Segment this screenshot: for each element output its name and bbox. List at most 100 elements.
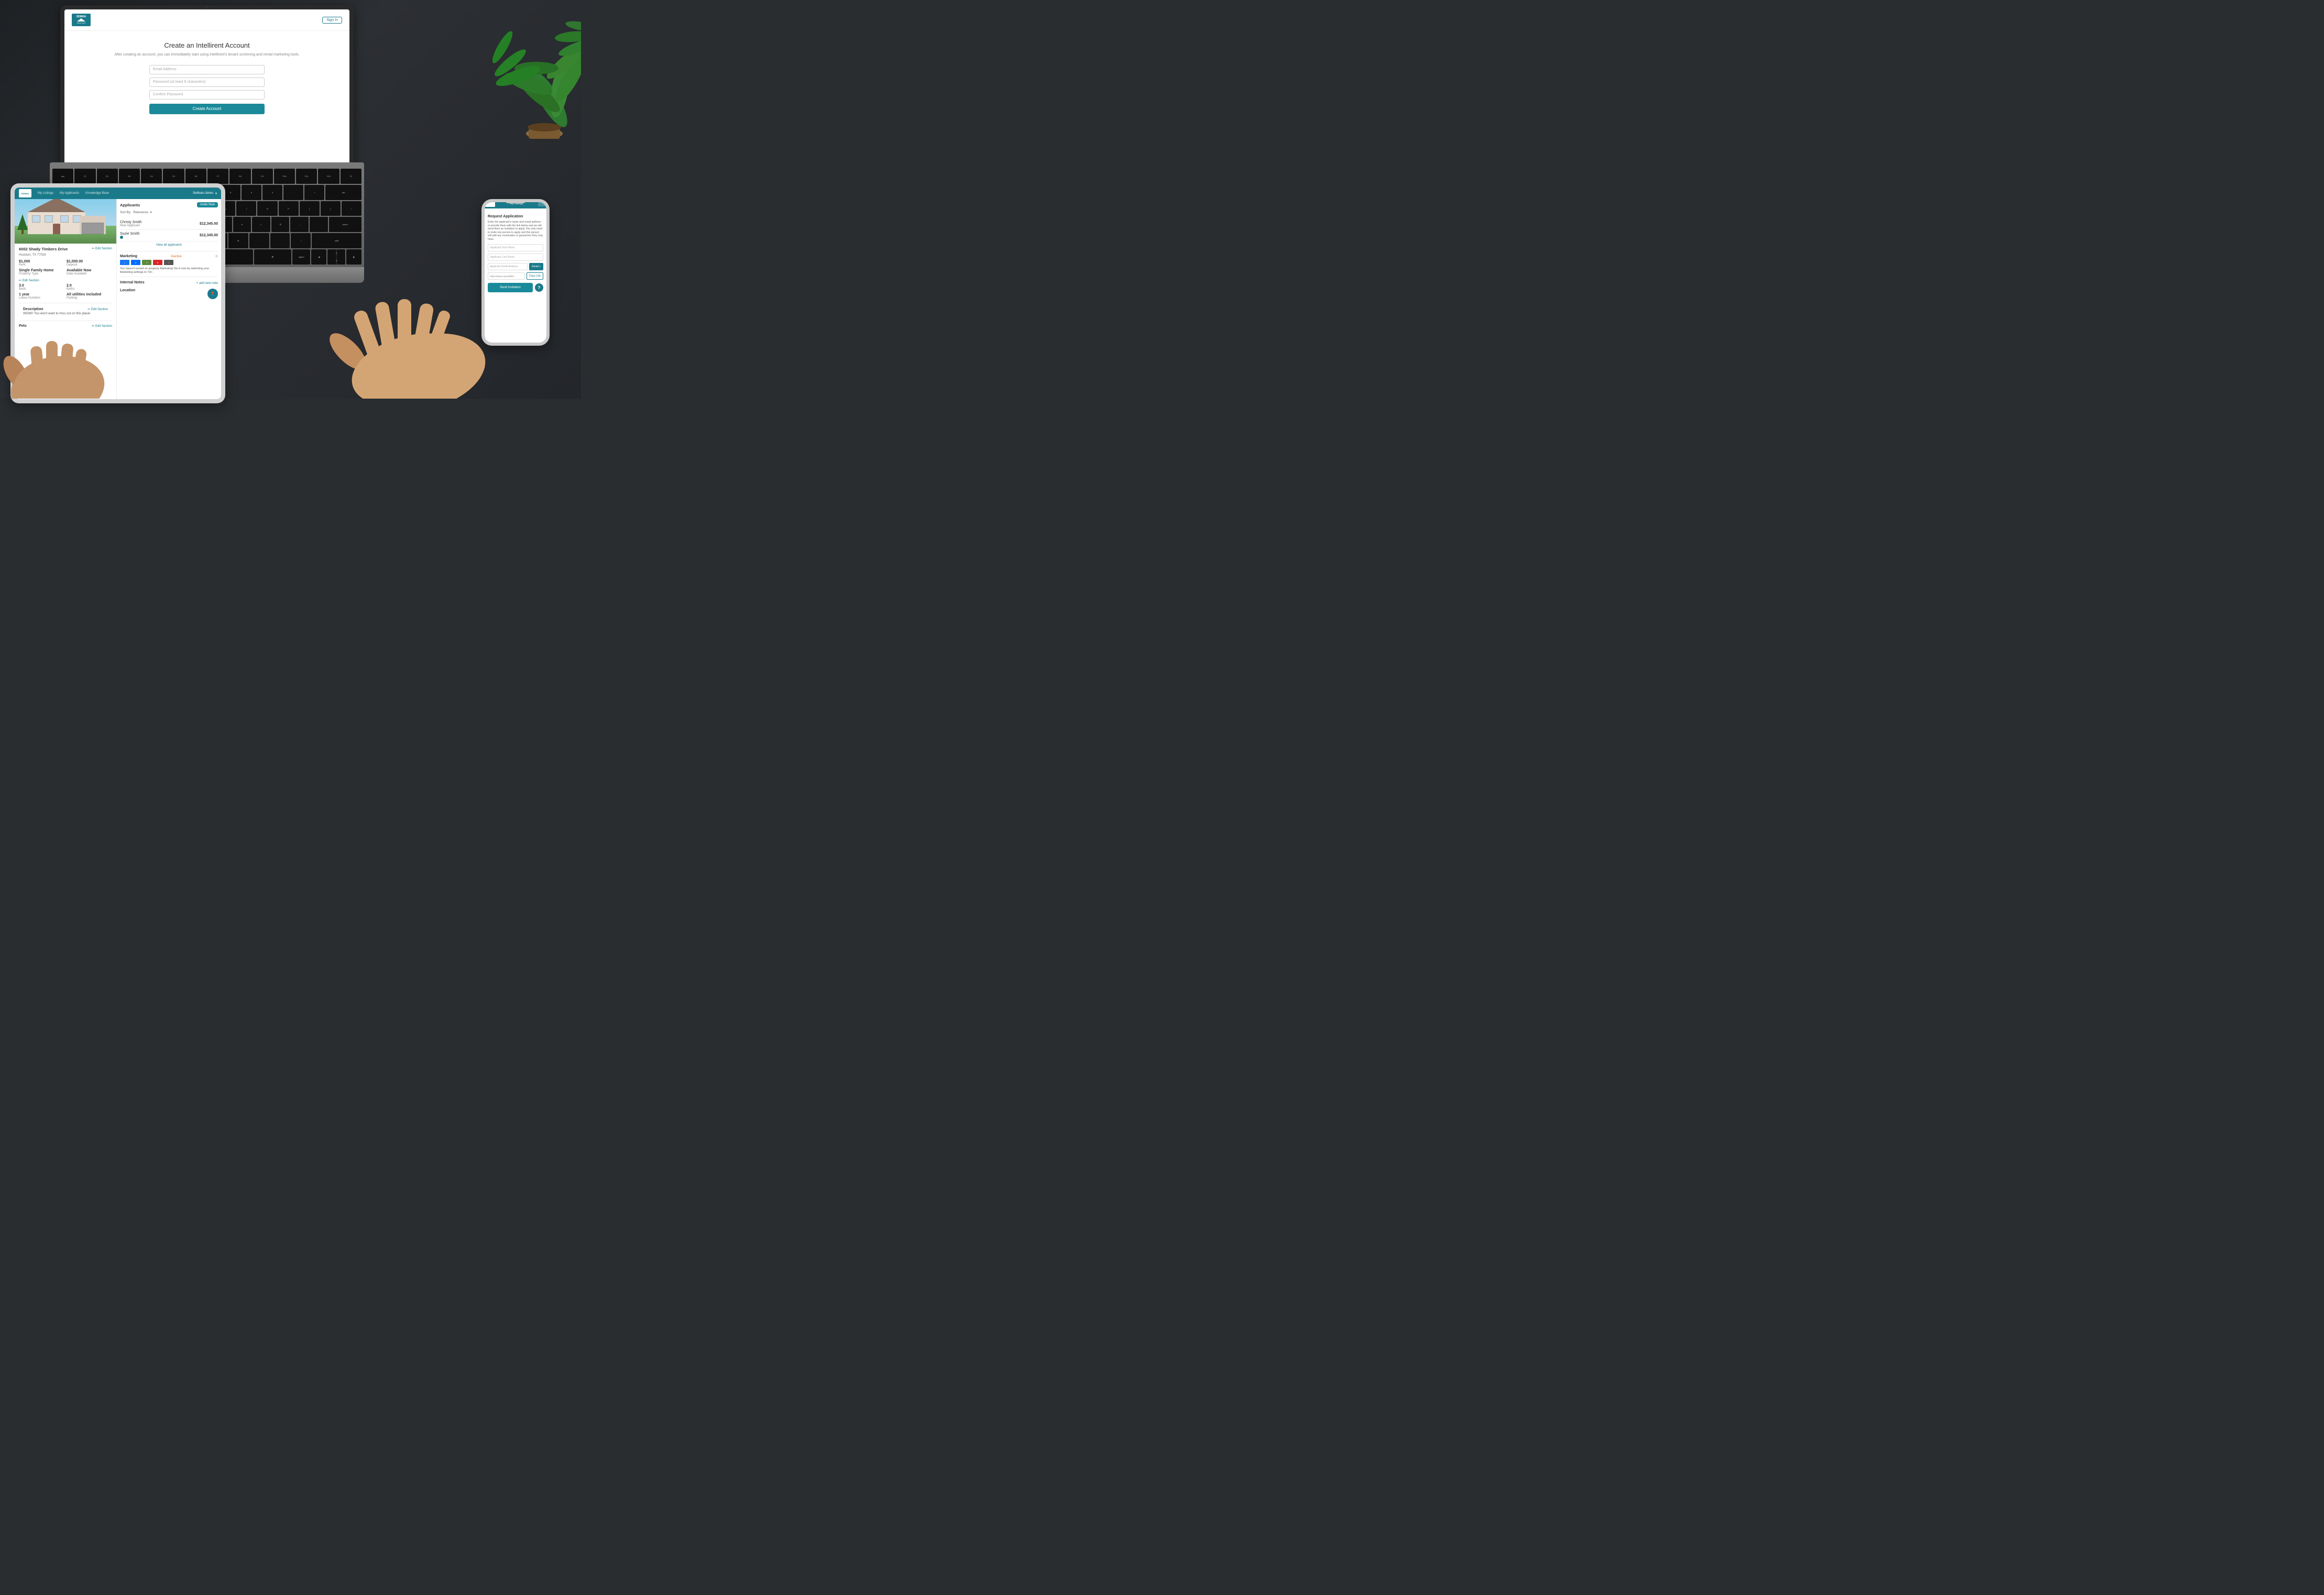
key-f7: F7 <box>207 169 228 184</box>
screen-content: SDMHA SINCE 1912 Sign In Create an Intel… <box>64 9 349 177</box>
key-comma: , <box>249 233 269 248</box>
copy-link-button[interactable]: Copy Link <box>527 272 543 280</box>
add-note-button[interactable]: + add new note <box>196 282 218 285</box>
location-map-icon: 📍 <box>207 289 218 299</box>
key-esc: esc <box>52 169 73 184</box>
phone-logo <box>485 202 495 207</box>
available-value: Available Now <box>67 269 112 272</box>
key-o: O <box>257 201 277 216</box>
garage-door <box>82 223 104 234</box>
invite-now-button[interactable]: Invite Now <box>197 202 218 207</box>
applicant-status-icon <box>120 236 123 239</box>
nav-my-applicants[interactable]: My Applicants <box>60 192 79 195</box>
nav-user: Sullivan-Jones ▾ <box>193 192 217 195</box>
applicants-title: Applicants <box>120 203 140 207</box>
house-body <box>28 212 85 234</box>
property-stats: $1,000 Rent $1,000.00 Deposit Single Fam… <box>19 260 112 276</box>
help-button[interactable]: ? <box>535 283 543 292</box>
internal-notes-title: Internal Notes <box>120 281 145 284</box>
edit-tenants-button[interactable]: ✏ Edit Section <box>19 279 39 282</box>
key-f12: F12 <box>318 169 339 184</box>
email-field[interactable]: Email Address <box>149 65 265 74</box>
marketing-title: Marketing <box>120 255 137 258</box>
stat-deposit: $1,000.00 Deposit <box>67 260 112 267</box>
applicant-status-1: New Applicant <box>120 224 142 227</box>
marketing-section: Marketing Inactive ⊙ f Z T R + <box>120 255 218 274</box>
garage-container <box>80 216 106 234</box>
applicant-row-1[interactable]: Christy Smith New Applicant $12,345.00 <box>120 218 218 230</box>
create-account-form: Create an Intellirent Account After crea… <box>64 31 349 177</box>
key-period: . <box>270 233 290 248</box>
key-slash: / <box>291 233 311 248</box>
key-f9: F9 <box>252 169 273 184</box>
window-3 <box>60 215 69 223</box>
phone-notch <box>505 199 526 203</box>
tree-trunk <box>21 230 24 234</box>
view-all-applicants-link[interactable]: View all applicants <box>120 241 218 249</box>
key-f8: F8 <box>229 169 250 184</box>
key-9: 9 <box>242 185 261 200</box>
laptop-screen-outer: SDMHA SINCE 1912 Sign In Create an Intel… <box>60 5 354 183</box>
key-f10: F10 <box>274 169 295 184</box>
key-0: 0 <box>262 185 282 200</box>
help-icon: ? <box>538 285 541 290</box>
sign-in-button[interactable]: Sign In <box>322 17 342 24</box>
marketing-toggle-icon[interactable]: ⊙ <box>215 255 218 258</box>
confirm-password-field[interactable]: Confirm Password <box>149 90 265 100</box>
marketing-description: You haven't turned on property Marketing… <box>120 267 218 274</box>
laptop-screen-inner: SDMHA SINCE 1912 Sign In Create an Intel… <box>64 9 349 177</box>
stat-rent: $1,000 Rent <box>19 260 64 267</box>
location-section: Location 📍 <box>120 287 218 301</box>
notes-header: Internal Notes + add new note <box>120 281 218 285</box>
applicant-name-1: Christy Smith <box>120 221 142 224</box>
key-f3: F3 <box>119 169 140 184</box>
left-hand-svg <box>0 283 115 399</box>
applicant-info-1: Christy Smith New Applicant <box>120 221 142 227</box>
available-label: Date Available <box>67 272 112 276</box>
rent-label: Rent <box>19 263 64 267</box>
type-value: Single Family Home <box>19 269 64 272</box>
key-f2: F2 <box>97 169 118 184</box>
password-field[interactable]: Password (at least 8 characters) <box>149 78 265 87</box>
logo-mountain-icon <box>77 18 85 21</box>
applicant-row-2[interactable]: Suzie Smith $12,345.00 <box>120 230 218 241</box>
phone-header-icon <box>538 202 546 206</box>
zillow-icon: Z <box>131 260 140 265</box>
edit-listing-button[interactable]: ✏ Edit Section <box>92 247 112 250</box>
type-label: Property Type <box>19 272 64 276</box>
key-k: K <box>233 217 251 232</box>
sort-relevance[interactable]: Relevance <box>133 211 148 214</box>
form-subtitle: After creating an account, you can immed… <box>114 52 299 58</box>
nav-my-listings[interactable]: My Listings <box>38 192 53 195</box>
logo-subtitle: SINCE 1912 <box>77 22 86 24</box>
stat-type: Single Family Home Property Type <box>19 269 64 276</box>
key-equals: = <box>304 185 324 200</box>
key-p: P <box>279 201 299 216</box>
other-platform-icon: + <box>164 260 173 265</box>
map-pin-icon: 📍 <box>210 292 215 296</box>
property-image <box>15 199 116 244</box>
facebook-icon: f <box>120 260 129 265</box>
sort-dropdown-icon: ▾ <box>150 211 152 214</box>
house-roof <box>28 199 85 212</box>
key-f11: F11 <box>296 169 317 184</box>
screen-header: SDMHA SINCE 1912 Sign In <box>64 9 349 31</box>
tree-left <box>17 214 28 234</box>
nav-knowledge-base[interactable]: Knowledge Base <box>85 192 109 195</box>
key-power: ⏻ <box>341 169 361 184</box>
house-door <box>53 224 60 234</box>
key-option-right: option <box>292 249 310 265</box>
create-account-button[interactable]: Create Account <box>149 104 265 114</box>
tablet-navigation: SDMHA My Listings My Applicants Knowledg… <box>15 188 221 199</box>
nav-username: Sullivan-Jones <box>193 192 213 195</box>
applicants-header: Applicants Invite Now <box>120 202 218 207</box>
key-f5: F5 <box>163 169 184 184</box>
phone-email-button[interactable]: Email + <box>529 263 543 270</box>
tree-top <box>17 214 28 230</box>
window-2 <box>45 215 53 223</box>
confirm-password-placeholder: Confirm Password <box>153 93 183 96</box>
tablet-logo: SDMHA <box>19 189 31 197</box>
left-hand <box>0 283 115 399</box>
key-m: M <box>228 233 248 248</box>
plant-svg <box>434 0 581 147</box>
